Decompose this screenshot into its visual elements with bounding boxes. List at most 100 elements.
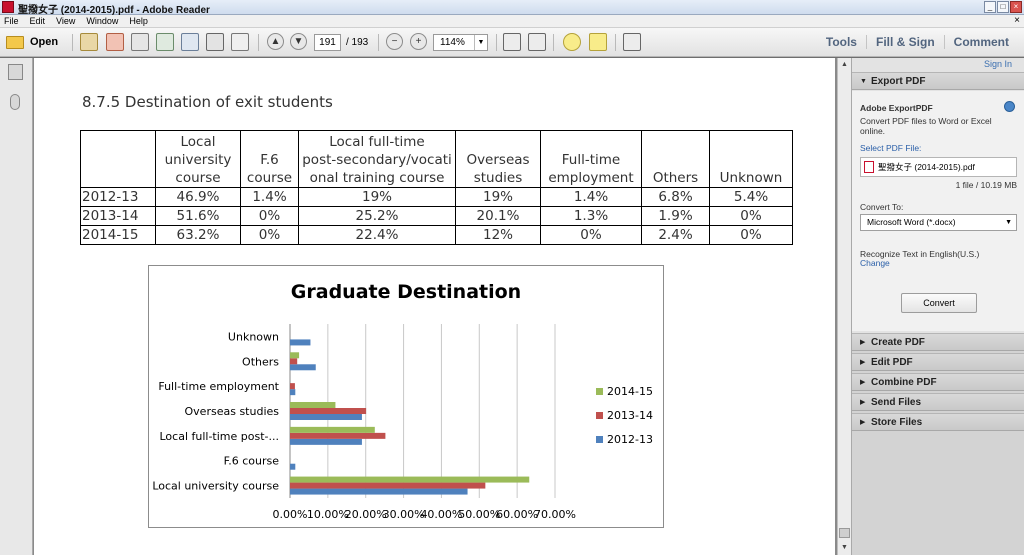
- previous-page-icon[interactable]: ▲: [267, 33, 284, 50]
- pdf-page: 8.7.5 Destination of exit students Local…: [34, 58, 835, 555]
- fullscreen-icon[interactable]: [623, 33, 641, 51]
- chevron-down-icon: ▼: [474, 35, 487, 50]
- next-page-icon[interactable]: ▼: [290, 33, 307, 50]
- table-cell: 2014-15: [80, 225, 156, 245]
- tab-tools[interactable]: Tools: [817, 35, 866, 49]
- chart-bar: [290, 488, 468, 495]
- print-icon[interactable]: [206, 33, 224, 51]
- fit-page-icon[interactable]: [503, 33, 521, 51]
- sign-icon[interactable]: [131, 33, 149, 51]
- triangle-right-icon: ▶: [860, 339, 866, 346]
- section-label: Edit PDF: [871, 357, 913, 368]
- table-cell: 2013-14: [80, 206, 156, 226]
- zoom-in-icon[interactable]: +: [410, 33, 427, 50]
- vertical-scrollbar[interactable]: ▲ ▼: [837, 58, 851, 555]
- triangle-right-icon: ▶: [860, 419, 866, 426]
- menu-window[interactable]: Window: [86, 15, 118, 27]
- export-pdf-panel: Adobe ExportPDF Convert PDF files to Wor…: [852, 91, 1024, 331]
- fit-width-icon[interactable]: [528, 33, 546, 51]
- x-tick-label: 70.00%: [534, 508, 576, 521]
- maximize-button[interactable]: □: [997, 1, 1009, 13]
- table-header-cell: Others: [641, 130, 710, 188]
- legend-label: 2012-13: [607, 433, 653, 446]
- table-header-cell: [80, 130, 156, 188]
- header-line: post-secondary/vocati: [302, 152, 452, 168]
- legend-swatch: [596, 436, 603, 443]
- triangle-right-icon: ▶: [860, 359, 866, 366]
- chart-bar: [290, 364, 316, 371]
- legend-swatch: [596, 412, 603, 419]
- header-line: Others: [652, 170, 699, 186]
- zoom-value: 114%: [440, 37, 465, 48]
- close-button[interactable]: ×: [1010, 1, 1022, 13]
- page-total: / 193: [346, 37, 369, 48]
- triangle-down-icon: ▼: [860, 78, 867, 85]
- open-button[interactable]: Open: [6, 33, 64, 51]
- table-cell: 19%: [455, 187, 541, 207]
- create-pdf-icon[interactable]: [80, 33, 98, 51]
- upload-icon[interactable]: [156, 33, 174, 51]
- comment-icon[interactable]: [563, 33, 581, 51]
- table-header-cell: Unknown: [709, 130, 793, 188]
- edit-pdf-header[interactable]: ▶ Edit PDF: [852, 353, 1024, 371]
- table-header-cell: F.6 course: [240, 130, 299, 188]
- toolbar-divider: [378, 34, 379, 51]
- x-tick-label: 40.00%: [420, 508, 462, 521]
- table-cell: 1.3%: [540, 206, 642, 226]
- right-tabs: Tools Fill & Sign Comment: [817, 35, 1018, 49]
- export-pdf-header[interactable]: ▼ Export PDF: [852, 72, 1024, 90]
- sign-in-link[interactable]: Sign In: [984, 59, 1012, 69]
- table-cell: 6.8%: [641, 187, 710, 207]
- zoom-select[interactable]: 114% ▼: [433, 34, 488, 51]
- table-header-row: Local university course F.6 course Local…: [80, 130, 793, 188]
- save-icon[interactable]: [181, 33, 199, 51]
- toolbar-divider: [553, 34, 554, 51]
- menu-file[interactable]: File: [4, 15, 19, 27]
- legend-label: 2014-15: [607, 385, 653, 398]
- table-cell: 0%: [540, 225, 642, 245]
- section-title: 8.7.5 Destination of exit students: [82, 93, 333, 111]
- create-pdf-header[interactable]: ▶ Create PDF: [852, 333, 1024, 351]
- selected-file[interactable]: 聖撥女子 (2014-2015).pdf: [860, 157, 1017, 177]
- edit-pdf-icon[interactable]: [106, 33, 124, 51]
- section-label: Create PDF: [871, 337, 925, 348]
- combine-pdf-header[interactable]: ▶ Combine PDF: [852, 373, 1024, 391]
- convert-button[interactable]: Convert: [901, 293, 977, 313]
- chart-bar: [290, 476, 530, 483]
- email-icon[interactable]: [231, 33, 249, 51]
- select-file-label[interactable]: Select PDF File:: [860, 143, 921, 153]
- table-cell: 5.4%: [709, 187, 793, 207]
- adobe-reader-icon: [2, 1, 14, 13]
- menu-help[interactable]: Help: [129, 15, 148, 27]
- scroll-down-icon[interactable]: ▼: [839, 542, 850, 553]
- chevron-down-icon: ▼: [1005, 219, 1012, 226]
- scroll-up-icon[interactable]: ▲: [839, 59, 850, 70]
- legend-label: 2013-14: [607, 409, 653, 422]
- chart-svg: Graduate Destination 0.00% 10.00%20.00%30.…: [152, 281, 653, 521]
- section-label: Combine PDF: [871, 377, 937, 388]
- minimize-button[interactable]: _: [984, 1, 996, 13]
- x-tick-label: 0.00%: [273, 508, 308, 521]
- tab-fill-sign[interactable]: Fill & Sign: [865, 35, 944, 49]
- page-number-input[interactable]: 191: [314, 34, 341, 51]
- document-area: 8.7.5 Destination of exit students Local…: [33, 58, 837, 555]
- attachments-icon[interactable]: [10, 94, 20, 110]
- menu-edit[interactable]: Edit: [30, 15, 46, 27]
- zoom-out-icon[interactable]: −: [386, 33, 403, 50]
- store-files-header[interactable]: ▶ Store Files: [852, 413, 1024, 431]
- document-close-icon[interactable]: ×: [1014, 15, 1020, 27]
- convert-format-select[interactable]: Microsoft Word (*.docx) ▼: [860, 214, 1017, 231]
- send-files-header[interactable]: ▶ Send Files: [852, 393, 1024, 411]
- highlight-icon[interactable]: [589, 33, 607, 51]
- toolbar-divider: [496, 34, 497, 51]
- tools-side-panel: Sign In ▼ Export PDF Adobe ExportPDF Con…: [851, 58, 1024, 555]
- chart-bar: [290, 463, 296, 470]
- page-thumbnails-icon[interactable]: [8, 64, 23, 80]
- scrollbar-thumb[interactable]: [839, 528, 850, 538]
- menu-view[interactable]: View: [56, 15, 75, 27]
- tab-comment[interactable]: Comment: [943, 35, 1018, 49]
- change-link[interactable]: Change: [860, 258, 890, 268]
- chart-bar: [290, 352, 300, 359]
- chart-bar: [290, 414, 362, 420]
- convert-to-label: Convert To:: [860, 202, 904, 212]
